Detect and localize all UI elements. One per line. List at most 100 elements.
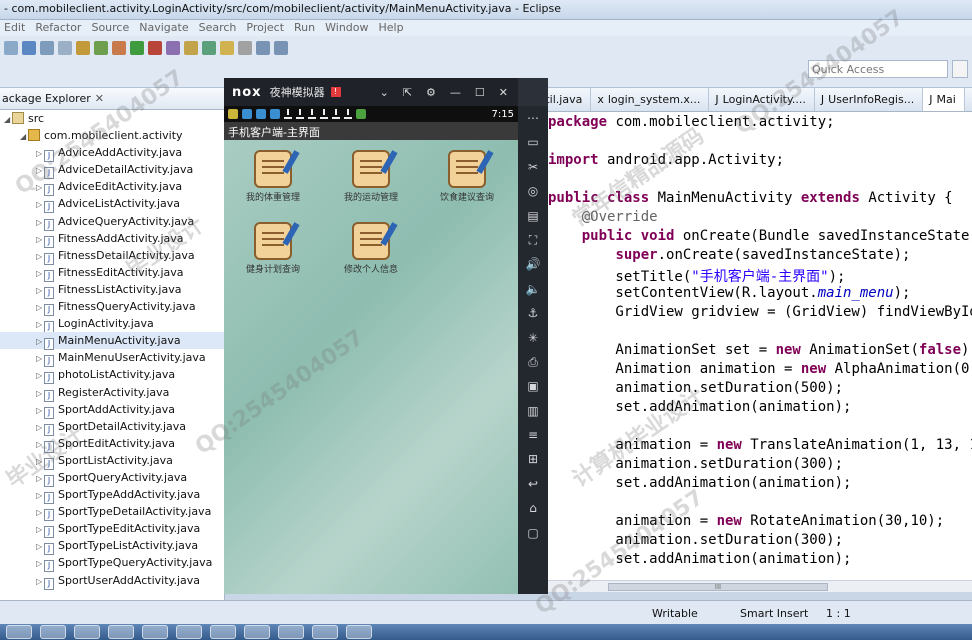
code-line[interactable]: public class MainMenuActivity extends Ac… (548, 190, 953, 209)
files-icon[interactable]: ▥ (518, 399, 548, 423)
multi-instance-icon[interactable]: ⊞ (518, 447, 548, 471)
code-line[interactable]: public void onCreate(Bundle savedInstanc… (548, 228, 972, 247)
pin-icon[interactable]: ⇱ (403, 86, 412, 99)
expand-triangle-icon[interactable]: ▷ (36, 299, 44, 316)
forward-icon[interactable] (274, 41, 288, 55)
tree-file-item[interactable]: ▷ J AdviceQueryActivity.java (0, 213, 224, 231)
expand-triangle-icon[interactable]: ▷ (36, 470, 44, 487)
tree-file-item[interactable]: ▷ J SportTypeAddActivity.java (0, 486, 224, 505)
debug-icon[interactable] (112, 41, 126, 55)
screenshot-icon[interactable]: ✂ (518, 155, 548, 179)
recent-apps-icon[interactable]: ▢ (518, 521, 548, 545)
back-icon[interactable]: ↩ (518, 472, 548, 496)
editor-horizontal-scrollbar[interactable]: III (548, 580, 972, 592)
open-perspective-button[interactable] (952, 60, 968, 78)
expand-triangle-icon[interactable]: ▷ (36, 350, 44, 367)
expand-triangle-icon[interactable]: ▷ (36, 145, 44, 162)
tree-file-item[interactable]: ▷ J FitnessAddActivity.java (0, 230, 224, 248)
tree-file-item[interactable]: ▷ J AdviceEditActivity.java (0, 178, 224, 197)
code-line[interactable]: setTitle("手机客户端-主界面"); (548, 266, 845, 285)
expand-triangle-icon[interactable]: ▷ (36, 282, 44, 299)
editor-tab-login-activity[interactable]: J LoginActivity.... (709, 88, 815, 111)
tree-file-item[interactable]: ▷ JphotoListActivity.java (0, 366, 224, 385)
code-line[interactable]: import android.app.Activity; (548, 152, 784, 171)
home-icon[interactable]: ⌂ (518, 496, 548, 520)
search-icon[interactable] (202, 41, 216, 55)
back-icon[interactable] (256, 41, 270, 55)
editor-tab-login-system[interactable]: x login_system.x... (591, 88, 710, 111)
expand-triangle-icon[interactable]: ◢ (4, 111, 12, 128)
tree-file-item[interactable]: ▷ J SportTypeDetailActivity.java (0, 503, 224, 522)
shake-icon[interactable]: ✳ (518, 326, 548, 350)
code-line[interactable]: animation = new RotateAnimation(30,10); (548, 513, 944, 532)
expand-triangle-icon[interactable]: ▷ (36, 402, 44, 419)
code-line[interactable]: animation.setDuration(300); (548, 456, 843, 475)
expand-triangle-icon[interactable]: ▷ (36, 367, 44, 384)
new-class-icon[interactable] (166, 41, 180, 55)
grid-item-weight[interactable]: 我的体重管理 (226, 146, 320, 216)
fullscreen-icon[interactable]: ⛶ (518, 228, 548, 252)
expand-triangle-icon[interactable]: ▷ (36, 521, 44, 538)
minimize-icon[interactable]: — (450, 86, 461, 99)
code-editor[interactable]: package com.mobileclient.activity; import… (548, 112, 972, 580)
tree-file-item[interactable]: ▷ J SportTypeQueryActivity.java (0, 554, 224, 573)
tree-file-item[interactable]: ▷ J SportEditActivity.java (0, 435, 224, 453)
menu-navigate[interactable]: Navigate (135, 20, 194, 36)
more-icon[interactable]: ⋯ (518, 106, 548, 130)
code-line[interactable]: Animation animation = new AlphaAnimation… (548, 361, 972, 380)
taskbar-app-icon[interactable] (142, 625, 168, 639)
code-line[interactable]: animation.setDuration(500); (548, 380, 843, 399)
tree-file-item[interactable]: ▷ J MainMenuActivity.java (0, 332, 224, 351)
code-line[interactable]: AnimationSet set = new AnimationSet(fals… (548, 342, 972, 361)
expand-triangle-icon[interactable]: ▷ (36, 316, 44, 333)
save-icon[interactable] (22, 41, 36, 55)
expand-triangle-icon[interactable]: ▷ (36, 179, 44, 196)
volume-down-icon[interactable]: 🔈 (518, 277, 548, 301)
quick-access-input[interactable]: Quick Access (808, 60, 948, 78)
close-icon[interactable]: ✕ (499, 86, 508, 99)
tree-file-item[interactable]: ▷ J SportDetailActivity.java (0, 418, 224, 436)
tree-file-item[interactable]: ▷ J LoginActivity.java (0, 315, 224, 334)
tree-file-item[interactable]: ▷ J SportAddActivity.java (0, 401, 224, 419)
tree-file-item[interactable]: ▷ J FitnessListActivity.java (0, 281, 224, 299)
expand-triangle-icon[interactable]: ▷ (36, 573, 44, 590)
taskbar-app-icon[interactable] (108, 625, 134, 639)
expand-triangle-icon[interactable]: ▷ (36, 436, 44, 453)
grid-item-profile[interactable]: 修改个人信息 (324, 218, 418, 288)
menu-refactor[interactable]: Refactor (31, 20, 87, 36)
open-type-icon[interactable] (76, 41, 90, 55)
keyboard-icon[interactable]: ▤ (518, 204, 548, 228)
show-whitespace-icon[interactable] (238, 41, 252, 55)
grid-item-diet[interactable]: 饮食建议查询 (420, 146, 514, 216)
expand-triangle-icon[interactable]: ▷ (36, 385, 44, 402)
tree-file-item[interactable]: ▷ J SportTypeListActivity.java (0, 537, 224, 556)
code-line[interactable]: animation.setDuration(300); (548, 532, 843, 551)
taskbar-app-icon[interactable] (346, 625, 372, 639)
code-line[interactable]: setContentView(R.layout.main_menu); (548, 285, 910, 304)
expand-triangle-icon[interactable]: ▷ (36, 487, 44, 504)
tree-file-item[interactable]: ▷ J SportQueryActivity.java (0, 469, 224, 487)
print-icon[interactable] (58, 41, 72, 55)
expand-triangle-icon[interactable]: ▷ (36, 231, 44, 248)
tree-file-item[interactable]: ▷ J AdviceListActivity.java (0, 195, 224, 214)
menu-search[interactable]: Search (195, 20, 243, 36)
expand-triangle-icon[interactable]: ▷ (36, 196, 44, 213)
code-line[interactable]: set.addAnimation(animation); (548, 551, 851, 570)
editor-tab-mainmenu[interactable]: J Mai (923, 88, 965, 111)
tree-file-item[interactable]: ▷ J AdviceAddActivity.java (0, 144, 224, 163)
run-icon[interactable] (130, 41, 144, 55)
open-folder-icon[interactable] (184, 41, 198, 55)
editor-tab-userinfo[interactable]: J UserInfoRegis... (815, 88, 924, 111)
scrollbar-thumb[interactable]: III (608, 583, 828, 591)
tree-file-item[interactable]: ▷ J RegisterActivity.java (0, 384, 224, 402)
expand-triangle-icon[interactable]: ▷ (36, 453, 44, 470)
close-icon[interactable]: ✕ (95, 92, 104, 105)
grid-item-sport[interactable]: 我的运动管理 (324, 146, 418, 216)
new-icon[interactable] (4, 41, 18, 55)
tree-file-item[interactable]: ▷ J SportUserAddActivity.java (0, 572, 224, 590)
code-line[interactable]: set.addAnimation(animation); (548, 475, 851, 494)
taskbar-app-icon[interactable] (74, 625, 100, 639)
checkbox-icon[interactable] (94, 41, 108, 55)
tree-file-item[interactable]: ▷ J FitnessDetailActivity.java (0, 247, 224, 265)
menu-run[interactable]: Run (290, 20, 321, 36)
